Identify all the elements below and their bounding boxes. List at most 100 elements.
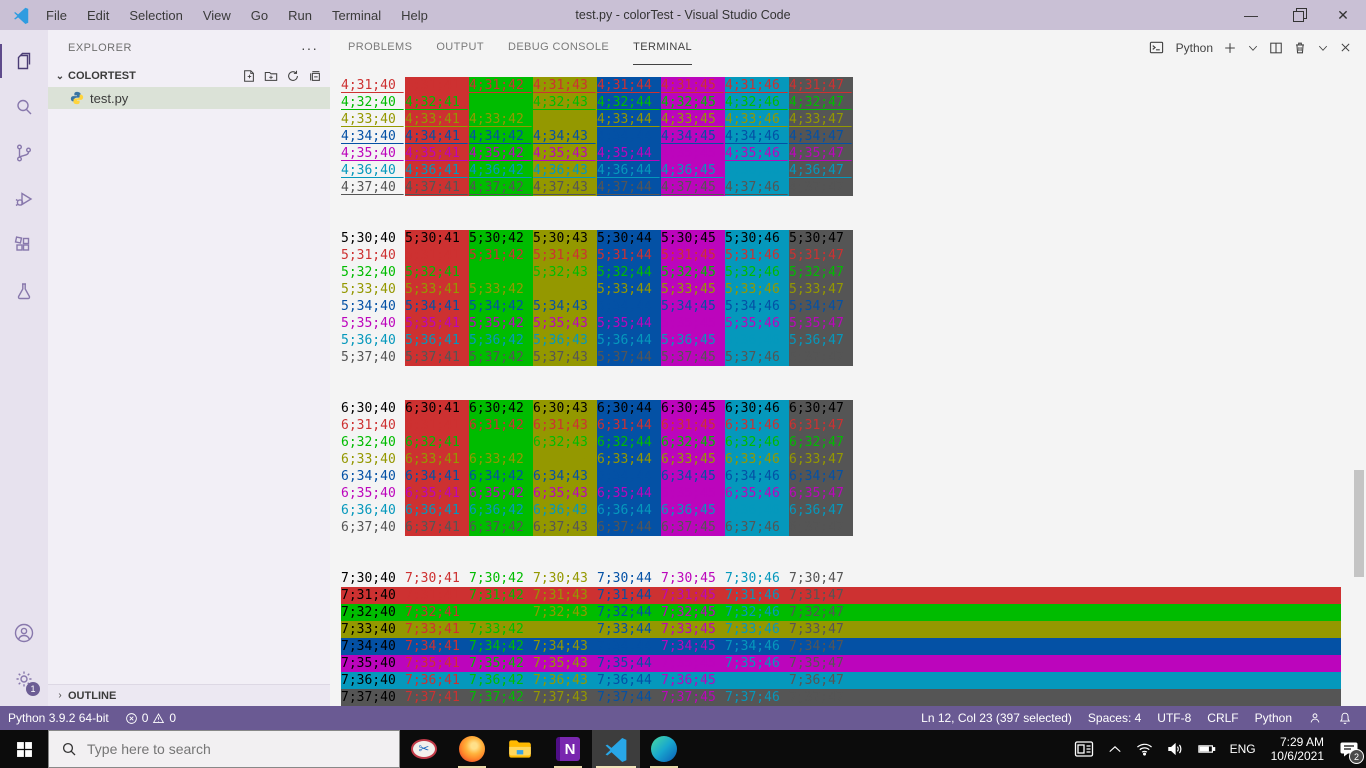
terminal-output[interactable]: 4;31;40 4;31;41 4;31;42 4;31;43 4;31;44 … bbox=[330, 65, 1366, 706]
python-interpreter-status[interactable]: Python 3.9.2 64-bit bbox=[0, 706, 117, 730]
taskbar-search-box[interactable] bbox=[48, 730, 400, 768]
terminal-cell: 5;32;46 bbox=[725, 264, 789, 281]
menu-run[interactable]: Run bbox=[278, 8, 322, 23]
terminal-cell: 7;36;41 bbox=[405, 672, 469, 689]
notification-center-button[interactable]: 2 bbox=[1332, 730, 1366, 768]
hidden-icons-button[interactable] bbox=[1101, 730, 1129, 768]
terminal-cell: 7;30;44 bbox=[597, 570, 661, 587]
activity-bar: 1 bbox=[0, 30, 48, 706]
terminal-cell: 7;37;40 bbox=[341, 689, 405, 706]
taskbar-app-vscode[interactable] bbox=[592, 730, 640, 768]
terminal-cell: 7;32;45 bbox=[661, 604, 725, 621]
terminal-cell: 6;32;45 bbox=[661, 434, 725, 451]
terminal-cell: 7;36;47 bbox=[789, 672, 853, 689]
launch-profile-chevron-icon[interactable] bbox=[1247, 42, 1259, 54]
activity-source-control[interactable] bbox=[0, 130, 48, 176]
sidebar-more-actions[interactable]: ··· bbox=[301, 40, 318, 56]
taskbar-app-snipping-tool[interactable]: ✂ bbox=[400, 730, 448, 768]
refresh-icon[interactable] bbox=[286, 69, 300, 83]
activity-run-debug[interactable] bbox=[0, 176, 48, 222]
terminal-cell: 4;34;43 bbox=[533, 128, 597, 145]
terminal-cell: 7;32;43 bbox=[533, 604, 597, 621]
close-panel-icon[interactable] bbox=[1339, 41, 1352, 54]
terminal-cell: 4;32;44 bbox=[597, 94, 661, 111]
terminal-cell: 6;32;47 bbox=[789, 434, 853, 451]
window-title: test.py - colorTest - Visual Studio Code bbox=[575, 8, 790, 22]
folder-section-colortest[interactable]: ⌄ COLORTEST bbox=[48, 65, 330, 87]
menu-go[interactable]: Go bbox=[241, 8, 278, 23]
menu-edit[interactable]: Edit bbox=[77, 8, 119, 23]
terminal-cell: 7;37;41 bbox=[405, 689, 469, 706]
terminal-cell: 6;34;40 bbox=[341, 468, 405, 485]
terminal-cell: 4;35;41 bbox=[405, 145, 469, 162]
battery-button[interactable] bbox=[1191, 730, 1223, 768]
terminal-cell: 4;32;45 bbox=[661, 94, 725, 111]
start-button[interactable] bbox=[0, 730, 48, 768]
terminal-cell: 5;34;46 bbox=[725, 298, 789, 315]
menu-file[interactable]: File bbox=[36, 8, 77, 23]
terminal-cell: 6;32;46 bbox=[725, 434, 789, 451]
taskbar-app-firefox[interactable] bbox=[448, 730, 496, 768]
collapse-all-icon[interactable] bbox=[308, 69, 322, 83]
activity-explorer[interactable] bbox=[0, 38, 48, 84]
activity-extensions[interactable] bbox=[0, 222, 48, 268]
wifi-button[interactable] bbox=[1129, 730, 1160, 768]
feedback-button[interactable] bbox=[1300, 706, 1330, 730]
terminal-cell: 6;36;41 bbox=[405, 502, 469, 519]
panel-tab-bar: PROBLEMS OUTPUT DEBUG CONSOLE TERMINAL P… bbox=[330, 30, 1366, 65]
chevron-up-icon bbox=[1108, 743, 1122, 755]
outline-section[interactable]: › OUTLINE bbox=[48, 684, 330, 706]
tab-terminal[interactable]: TERMINAL bbox=[633, 30, 692, 65]
hide-panel-chevron-icon[interactable] bbox=[1317, 42, 1329, 54]
clock[interactable]: 7:29 AM 10/6/2021 bbox=[1263, 730, 1332, 768]
account-icon bbox=[12, 621, 36, 645]
new-folder-icon[interactable] bbox=[264, 69, 278, 83]
language-indicator[interactable]: ENG bbox=[1223, 730, 1263, 768]
activity-search[interactable] bbox=[0, 84, 48, 130]
eol-status[interactable]: CRLF bbox=[1199, 706, 1246, 730]
terminal-cell: 4;32;40 bbox=[341, 94, 405, 111]
file-name: test.py bbox=[90, 91, 128, 106]
encoding-status[interactable]: UTF-8 bbox=[1149, 706, 1199, 730]
terminal-cell: 5;33;44 bbox=[597, 281, 661, 298]
menu-terminal[interactable]: Terminal bbox=[322, 8, 391, 23]
tab-output[interactable]: OUTPUT bbox=[436, 30, 484, 65]
news-interests-button[interactable] bbox=[1067, 730, 1101, 768]
taskbar-app-file-explorer[interactable] bbox=[496, 730, 544, 768]
activity-testing[interactable] bbox=[0, 268, 48, 314]
restore-button[interactable] bbox=[1274, 0, 1320, 30]
taskbar-app-edge[interactable] bbox=[640, 730, 688, 768]
terminal-cell: 7;31;43 bbox=[533, 587, 597, 604]
tab-problems[interactable]: PROBLEMS bbox=[348, 30, 412, 65]
menu-view[interactable]: View bbox=[193, 8, 241, 23]
menu-bar: File Edit Selection View Go Run Terminal… bbox=[36, 8, 438, 23]
indentation-status[interactable]: Spaces: 4 bbox=[1080, 706, 1149, 730]
split-terminal-icon[interactable] bbox=[1269, 41, 1283, 55]
terminal-cell: 5;34;44 bbox=[597, 298, 661, 315]
terminal-scrollbar-thumb[interactable] bbox=[1354, 470, 1364, 577]
taskbar-app-onenote[interactable]: N bbox=[544, 730, 592, 768]
cursor-position-status[interactable]: Ln 12, Col 23 (397 selected) bbox=[913, 706, 1080, 730]
terminal-cell: 6;37;46 bbox=[725, 519, 789, 536]
terminal-cell: 7;31;47 bbox=[789, 587, 853, 604]
menu-help[interactable]: Help bbox=[391, 8, 438, 23]
minimize-button[interactable]: — bbox=[1228, 0, 1274, 30]
account-button[interactable] bbox=[0, 610, 48, 656]
terminal-icon bbox=[1149, 40, 1164, 55]
search-input[interactable] bbox=[87, 741, 367, 757]
terminal-cell: 7;35;46 bbox=[725, 655, 789, 672]
kill-terminal-icon[interactable] bbox=[1293, 41, 1307, 55]
shell-label[interactable]: Python bbox=[1176, 41, 1213, 55]
menu-selection[interactable]: Selection bbox=[119, 8, 192, 23]
settings-button[interactable]: 1 bbox=[0, 656, 48, 702]
file-item-testpy[interactable]: test.py bbox=[48, 87, 330, 109]
problems-status[interactable]: 0 0 bbox=[117, 706, 184, 730]
new-file-icon[interactable] bbox=[242, 69, 256, 83]
volume-button[interactable] bbox=[1160, 730, 1191, 768]
new-terminal-icon[interactable] bbox=[1223, 41, 1237, 55]
language-mode-status[interactable]: Python bbox=[1247, 706, 1300, 730]
close-button[interactable]: ✕ bbox=[1320, 0, 1366, 30]
notifications-button[interactable] bbox=[1330, 706, 1360, 730]
tab-debug-console[interactable]: DEBUG CONSOLE bbox=[508, 30, 609, 65]
terminal-cell: 6;31;44 bbox=[597, 417, 661, 434]
